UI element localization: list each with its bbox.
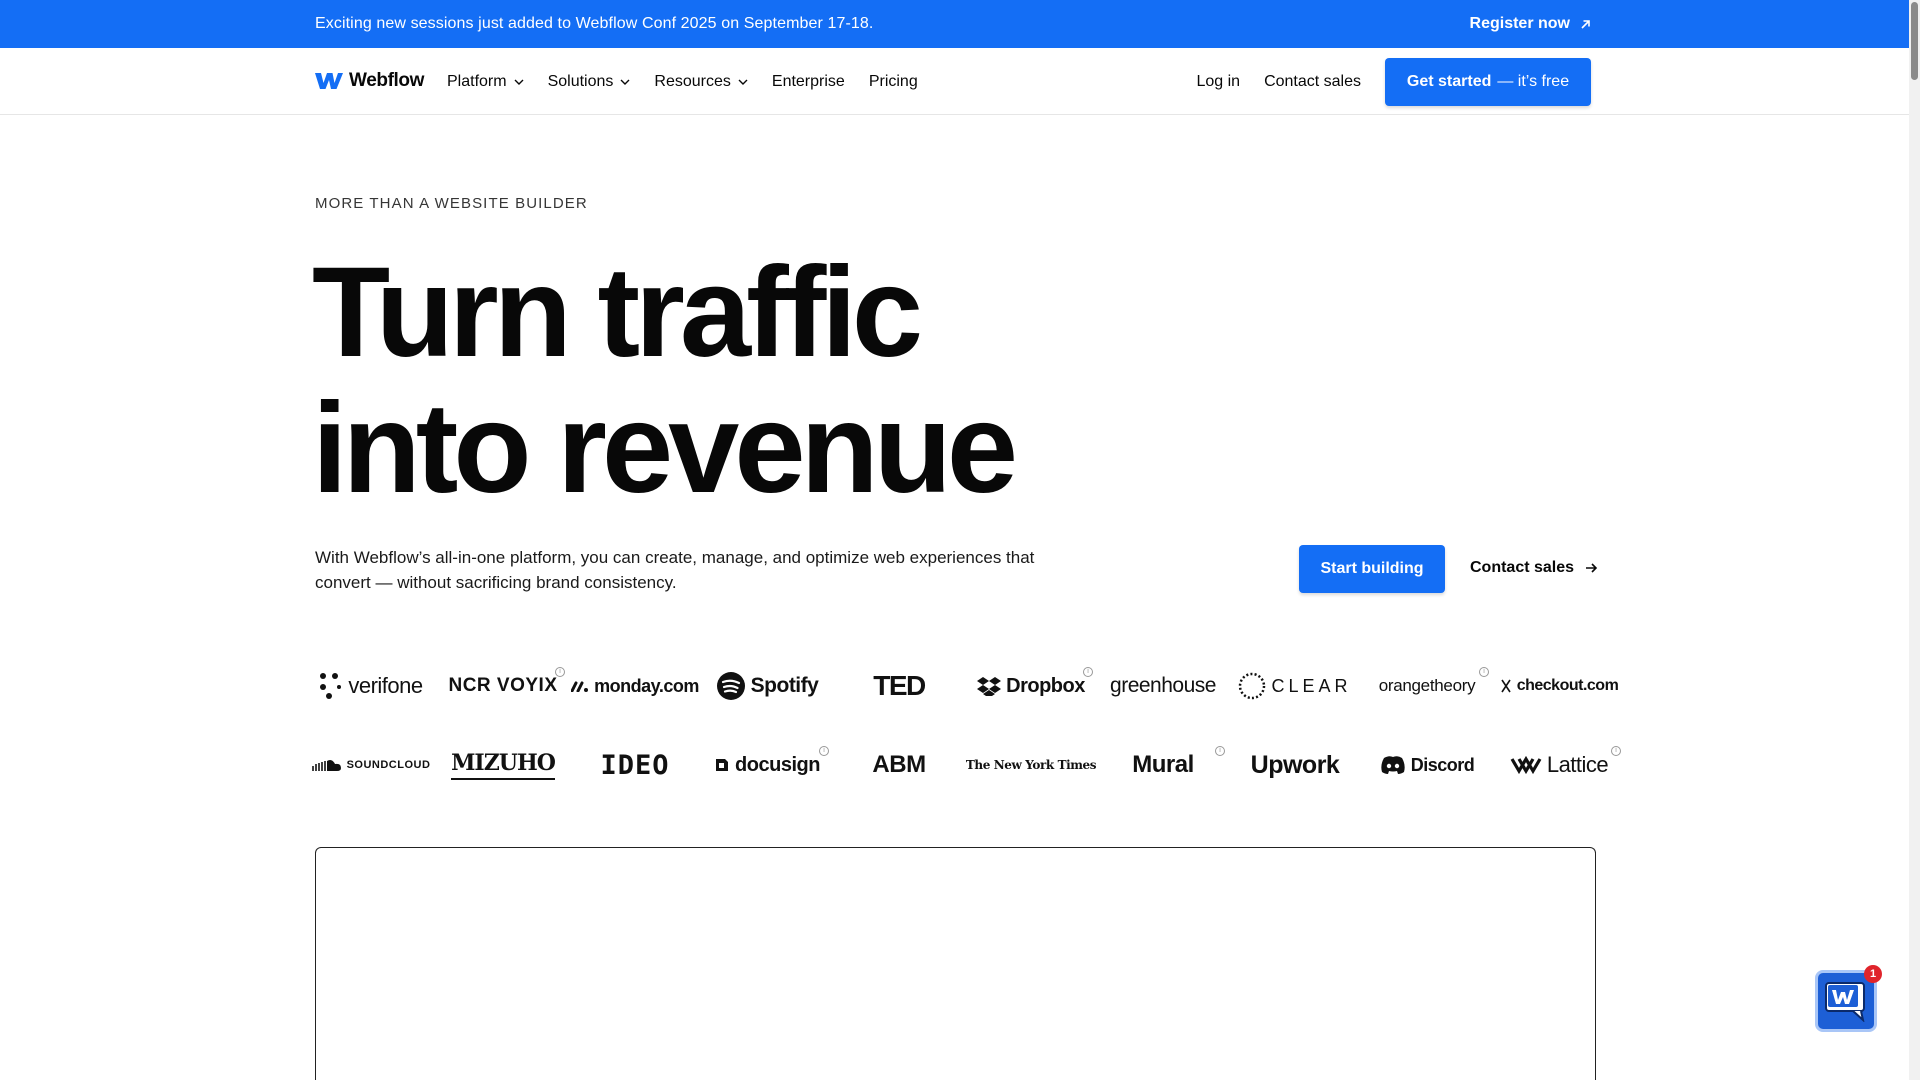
chat-bubble-icon	[1825, 982, 1865, 1022]
logo-discord: Discord	[1361, 745, 1493, 785]
logo-mural: Mural i	[1097, 745, 1229, 785]
headline-line-1: Turn traffic	[312, 241, 923, 384]
register-now-label: Register now	[1469, 15, 1570, 32]
info-icon[interactable]: i	[1611, 746, 1621, 756]
chevron-down-icon	[738, 79, 748, 85]
logo-abm: ABM	[872, 751, 926, 778]
nav-item-solutions[interactable]: Solutions	[548, 73, 631, 91]
get-started-sublabel: — it’s free	[1497, 72, 1570, 90]
chat-notification-badge: 1	[1864, 965, 1882, 983]
dropbox-icon	[977, 677, 1002, 696]
spotify-icon	[716, 672, 745, 700]
logo-lattice: Lattice i	[1493, 745, 1625, 785]
info-icon[interactable]: i	[1083, 667, 1093, 677]
customer-logos-row-2: SOUNDCLOUD MIZUHO IDEO docusign i ABM Th…	[305, 745, 1625, 785]
logo-checkout: checkout.com	[1493, 666, 1625, 706]
chevron-down-icon	[514, 79, 524, 85]
hero-contact-sales-label: Contact sales	[1470, 559, 1575, 576]
nav-item-pricing[interactable]: Pricing	[869, 73, 918, 91]
logo-clear: CLEAR	[1229, 666, 1361, 706]
page-scrollbar[interactable]	[1909, 0, 1920, 1080]
nav-item-label: Solutions	[547, 72, 614, 90]
logo-greenhouse: greenhouse	[1110, 674, 1216, 697]
login-link[interactable]: Log in	[1196, 73, 1240, 91]
lattice-icon	[1510, 755, 1542, 775]
webflow-logo-icon	[315, 73, 343, 89]
nav-item-enterprise[interactable]: Enterprise	[772, 73, 845, 91]
logo-soundcloud: SOUNDCLOUD	[305, 745, 437, 785]
logo-verifone: verifone	[305, 666, 437, 706]
hero-eyebrow: MORE THAN A WEBSITE BUILDER	[315, 195, 588, 212]
logo-orangetheory: orangetheory i	[1361, 666, 1493, 706]
announcement-banner: Exciting new sessions just added to Webf…	[0, 0, 1909, 48]
nav-item-label: Enterprise	[771, 72, 845, 90]
product-preview-frame	[315, 847, 1596, 1080]
info-icon[interactable]: i	[819, 746, 829, 756]
get-started-label: Get started	[1406, 72, 1492, 90]
contact-sales-link[interactable]: Contact sales	[1264, 73, 1361, 91]
arrow-up-right-icon	[1581, 19, 1590, 29]
logo-new-york-times: The New York Times	[965, 758, 1097, 772]
headline-line-2: into revenue	[312, 377, 1018, 520]
verifone-dots-icon	[320, 673, 342, 699]
logo-ideo: IDEO	[600, 749, 670, 781]
webflow-logo[interactable]: Webflow	[315, 70, 424, 92]
main-nav: Webflow Platform Solutions Resources Ent…	[0, 48, 1909, 115]
nav-item-label: Resources	[654, 72, 731, 90]
logo-upwork: Upwork	[1250, 750, 1340, 779]
customer-logos-row-1: verifone NCR VOYIX i monday.com Spotify …	[305, 666, 1625, 706]
banner-text: Exciting new sessions just added to Webf…	[315, 15, 874, 32]
chevron-down-icon	[620, 79, 630, 85]
clear-circle-icon	[1239, 672, 1266, 700]
logo-docusign: docusign i	[701, 745, 833, 785]
docusign-icon	[716, 759, 729, 771]
arrow-right-icon	[1586, 563, 1598, 573]
nav-item-label: Pricing	[868, 72, 918, 90]
hero-contact-sales-link[interactable]: Contact sales	[1470, 559, 1598, 577]
logo-mizuho: MIZUHO	[437, 745, 569, 785]
start-building-button[interactable]: Start building	[1299, 545, 1445, 593]
info-icon[interactable]: i	[1479, 667, 1489, 677]
get-started-button[interactable]: Get started — it’s free	[1385, 57, 1591, 106]
logo-dropbox: Dropbox i	[965, 666, 1097, 706]
soundcloud-icon	[311, 760, 341, 771]
monday-mark-icon	[571, 681, 589, 692]
checkout-mark-icon	[1501, 679, 1511, 693]
logo-monday: monday.com	[569, 666, 701, 706]
nav-item-platform[interactable]: Platform	[447, 73, 524, 91]
chat-widget-button[interactable]: 1	[1815, 965, 1882, 1032]
scrollbar-thumb[interactable]	[1911, 2, 1918, 80]
nav-actions: Log in Contact sales Get started — it’s …	[1172, 48, 1591, 115]
hero-headline: Turn traffic into revenue	[312, 245, 1018, 520]
nav-item-label: Platform	[447, 72, 507, 90]
brand-name: Webflow	[349, 70, 424, 91]
nav-menu: Platform Solutions Resources Enterprise …	[447, 48, 942, 115]
register-now-link[interactable]: Register now	[1470, 15, 1591, 33]
logo-ted: TED	[873, 670, 926, 701]
info-icon[interactable]: i	[555, 667, 565, 677]
nav-item-resources[interactable]: Resources	[654, 72, 748, 91]
logo-spotify: Spotify	[701, 666, 833, 706]
discord-icon	[1381, 756, 1405, 774]
info-icon[interactable]: i	[1215, 746, 1225, 756]
hero-subtext: With Webflow’s all-in-one platform, you …	[315, 548, 1035, 592]
logo-ncr-voyix: NCR VOYIX i	[437, 666, 569, 706]
